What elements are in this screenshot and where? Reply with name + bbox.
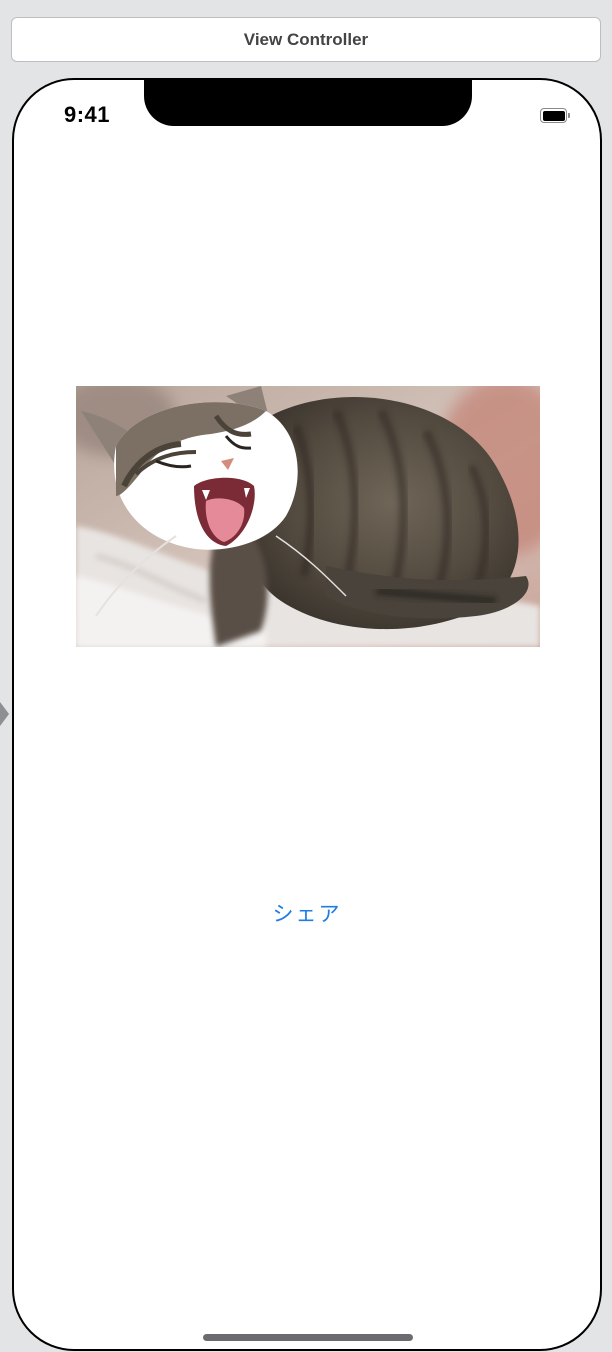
initial-view-controller-arrow[interactable] [0, 702, 9, 726]
home-indicator [203, 1334, 413, 1341]
status-bar-time: 9:41 [64, 102, 111, 127]
battery-full-icon [540, 108, 570, 123]
device-notch [144, 80, 472, 126]
share-button[interactable]: シェア [14, 898, 600, 928]
iphone-canvas: 9:41 シェア [12, 78, 602, 1351]
cat-photo-illustration [76, 386, 540, 647]
scene-title: View Controller [243, 29, 369, 49]
scene-title-bar[interactable]: View Controller [11, 17, 601, 62]
cat-image-view [76, 386, 540, 647]
